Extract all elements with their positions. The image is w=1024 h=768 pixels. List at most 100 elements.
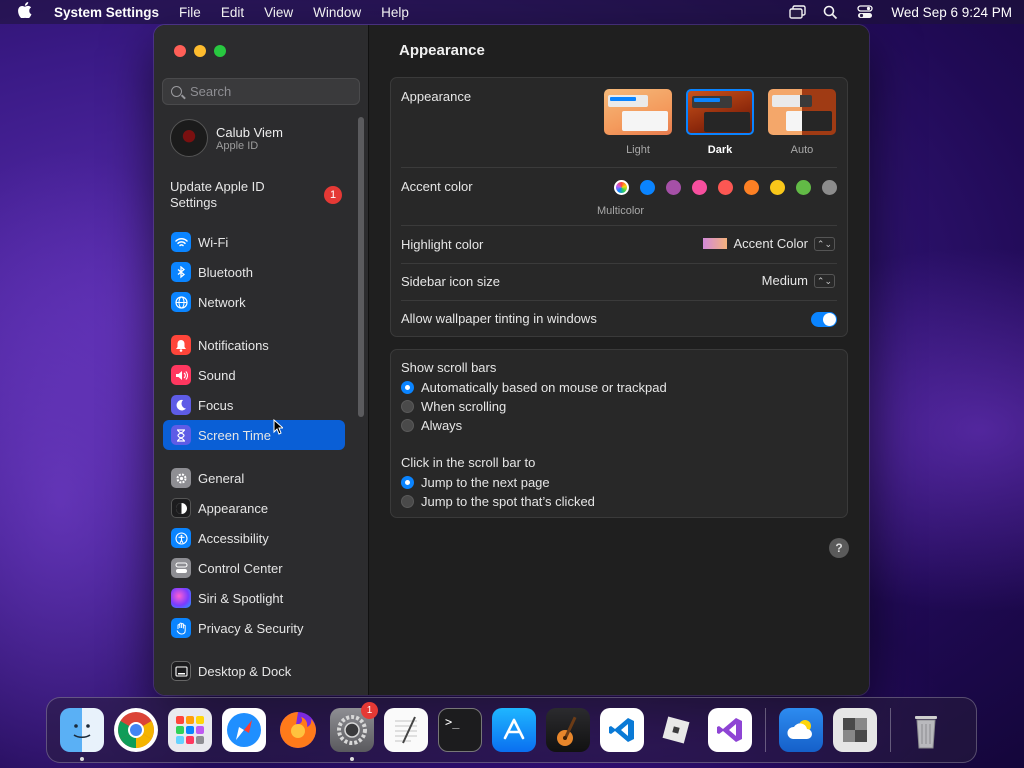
sidebar-item-label: Control Center <box>198 560 283 576</box>
accent-blue-swatch[interactable] <box>640 180 655 195</box>
menu-view[interactable]: View <box>264 5 293 20</box>
menu-help[interactable]: Help <box>381 5 409 20</box>
sidebar-item-label: Bluetooth <box>198 264 253 280</box>
click-scroll-option-spot-clicked[interactable]: Jump to the spot that’s clicked <box>401 494 595 509</box>
sidebar-item-privacy-security[interactable]: Privacy & Security <box>163 613 345 643</box>
launchpad-icon[interactable] <box>168 708 212 752</box>
radio-button[interactable] <box>401 495 414 508</box>
help-button[interactable]: ? <box>829 538 849 558</box>
highlight-color-popup[interactable]: Accent Color ⌃⌄ <box>703 236 835 251</box>
garageband-icon[interactable] <box>546 708 590 752</box>
wallpaper-tinting-label: Allow wallpaper tinting in windows <box>401 311 597 326</box>
appearance-auto-thumbnail[interactable] <box>768 89 836 135</box>
appearance-icon <box>171 498 191 518</box>
safari-icon[interactable] <box>222 708 266 752</box>
system-settings-icon[interactable]: 1 <box>330 702 378 761</box>
sidebar-item-label: Desktop & Dock <box>198 663 292 679</box>
apple-menu-icon[interactable] <box>18 2 36 22</box>
appearance-option-dark[interactable]: Dark <box>686 144 754 156</box>
sidebar-icon-size-row: Sidebar icon size Medium ⌃⌄ <box>401 264 837 301</box>
accent-color-label: Accent color <box>401 179 473 194</box>
vscode-icon[interactable] <box>600 708 644 752</box>
roblox-icon[interactable] <box>654 708 698 752</box>
sidebar-item-wifi[interactable]: Wi-Fi <box>163 227 345 257</box>
app-store-icon[interactable] <box>492 708 536 752</box>
trash-icon[interactable] <box>904 708 948 752</box>
bluetooth-icon <box>171 262 191 282</box>
settings-window: Search Calub Viem Apple ID Update Apple … <box>154 25 869 695</box>
textedit-icon[interactable] <box>384 708 428 752</box>
control-center-icon <box>171 558 191 578</box>
scroll-bars-option-automatic[interactable]: Automatically based on mouse or trackpad <box>401 380 667 395</box>
visual-studio-icon[interactable] <box>708 708 752 752</box>
menu-app-name[interactable]: System Settings <box>54 5 159 20</box>
apple-id-profile[interactable]: Calub Viem Apple ID <box>170 119 283 157</box>
accent-multicolor-swatch[interactable] <box>614 180 629 195</box>
dock-icon <box>171 661 191 681</box>
radio-button[interactable] <box>401 381 414 394</box>
firefox-icon[interactable] <box>276 708 320 752</box>
finder-icon[interactable] <box>60 708 104 761</box>
zoom-window-button[interactable] <box>214 45 226 57</box>
scroll-bars-option-always[interactable]: Always <box>401 418 462 433</box>
scroll-bars-option-when-scrolling[interactable]: When scrolling <box>401 399 506 414</box>
accent-green-swatch[interactable] <box>796 180 811 195</box>
search-placeholder: Search <box>190 84 232 99</box>
accent-orange-swatch[interactable] <box>744 180 759 195</box>
sidebar-item-accessibility[interactable]: Accessibility <box>163 523 345 553</box>
dock-separator <box>890 708 891 752</box>
accent-purple-swatch[interactable] <box>666 180 681 195</box>
minimize-window-button[interactable] <box>194 45 206 57</box>
sidebar-item-desktop-dock[interactable]: Desktop & Dock <box>163 656 345 686</box>
sidebar-icon-size-label: Sidebar icon size <box>401 274 500 289</box>
sidebar-item-general[interactable]: General <box>163 463 345 493</box>
radio-button[interactable] <box>401 476 414 489</box>
wallpaper-tinting-toggle[interactable] <box>811 312 837 327</box>
scroll-bar-settings-card: Show scroll bars Automatically based on … <box>390 349 848 518</box>
click-scroll-option-next-page[interactable]: Jump to the next page <box>401 475 550 490</box>
chrome-icon[interactable] <box>114 708 158 752</box>
sidebar-item-control-center[interactable]: Control Center <box>163 553 345 583</box>
sidebar-icon-size-popup[interactable]: Medium ⌃⌄ <box>762 273 835 288</box>
sidebar-item-sound[interactable]: Sound <box>163 360 345 390</box>
appearance-light-thumbnail[interactable] <box>604 89 672 135</box>
menu-file[interactable]: File <box>179 5 201 20</box>
appearance-dark-thumbnail[interactable] <box>686 89 754 135</box>
highlight-color-row: Highlight color Accent Color ⌃⌄ <box>401 226 837 264</box>
sidebar-item-network[interactable]: Network <box>163 287 345 317</box>
update-apple-id-item[interactable]: Update Apple ID Settings 1 <box>170 179 342 211</box>
sidebar-item-label: Network <box>198 294 246 310</box>
utility-icon[interactable] <box>833 708 877 752</box>
menu-edit[interactable]: Edit <box>221 5 244 20</box>
appearance-option-auto[interactable]: Auto <box>768 144 836 156</box>
accent-selected-name: Multicolor <box>597 205 645 217</box>
sidebar-item-notifications[interactable]: Notifications <box>163 330 345 360</box>
sidebar-scrollbar[interactable] <box>358 117 364 417</box>
wallpaper-tinting-row: Allow wallpaper tinting in windows <box>401 301 837 338</box>
radio-label: Jump to the spot that’s clicked <box>421 494 595 509</box>
weather-icon[interactable] <box>779 708 823 752</box>
sidebar-item-appearance[interactable]: Appearance <box>163 493 345 523</box>
spotlight-search-icon[interactable] <box>823 5 839 20</box>
radio-button[interactable] <box>401 400 414 413</box>
search-field[interactable]: Search <box>162 78 360 105</box>
accessibility-icon <box>171 528 191 548</box>
appearance-option-light[interactable]: Light <box>604 144 672 156</box>
control-center-menubar-icon[interactable] <box>857 5 874 19</box>
sidebar-item-siri-spotlight[interactable]: Siri & Spotlight <box>163 583 345 613</box>
accent-pink-swatch[interactable] <box>692 180 707 195</box>
accent-graphite-swatch[interactable] <box>822 180 837 195</box>
terminal-icon[interactable]: >_ <box>438 708 482 752</box>
menubar-clock[interactable]: Wed Sep 6 9:24 PM <box>891 5 1012 20</box>
close-window-button[interactable] <box>174 45 186 57</box>
sidebar-icon-size-value: Medium <box>761 273 808 288</box>
sidebar-item-screen-time[interactable]: Screen Time <box>163 420 345 450</box>
menu-window[interactable]: Window <box>313 5 361 20</box>
accent-yellow-swatch[interactable] <box>770 180 785 195</box>
screen-mirroring-icon[interactable] <box>789 5 807 19</box>
sidebar-item-bluetooth[interactable]: Bluetooth <box>163 257 345 287</box>
sidebar-item-focus[interactable]: Focus <box>163 390 345 420</box>
appearance-row: Appearance Light Dark Auto <box>401 78 837 168</box>
accent-red-swatch[interactable] <box>718 180 733 195</box>
radio-button[interactable] <box>401 419 414 432</box>
